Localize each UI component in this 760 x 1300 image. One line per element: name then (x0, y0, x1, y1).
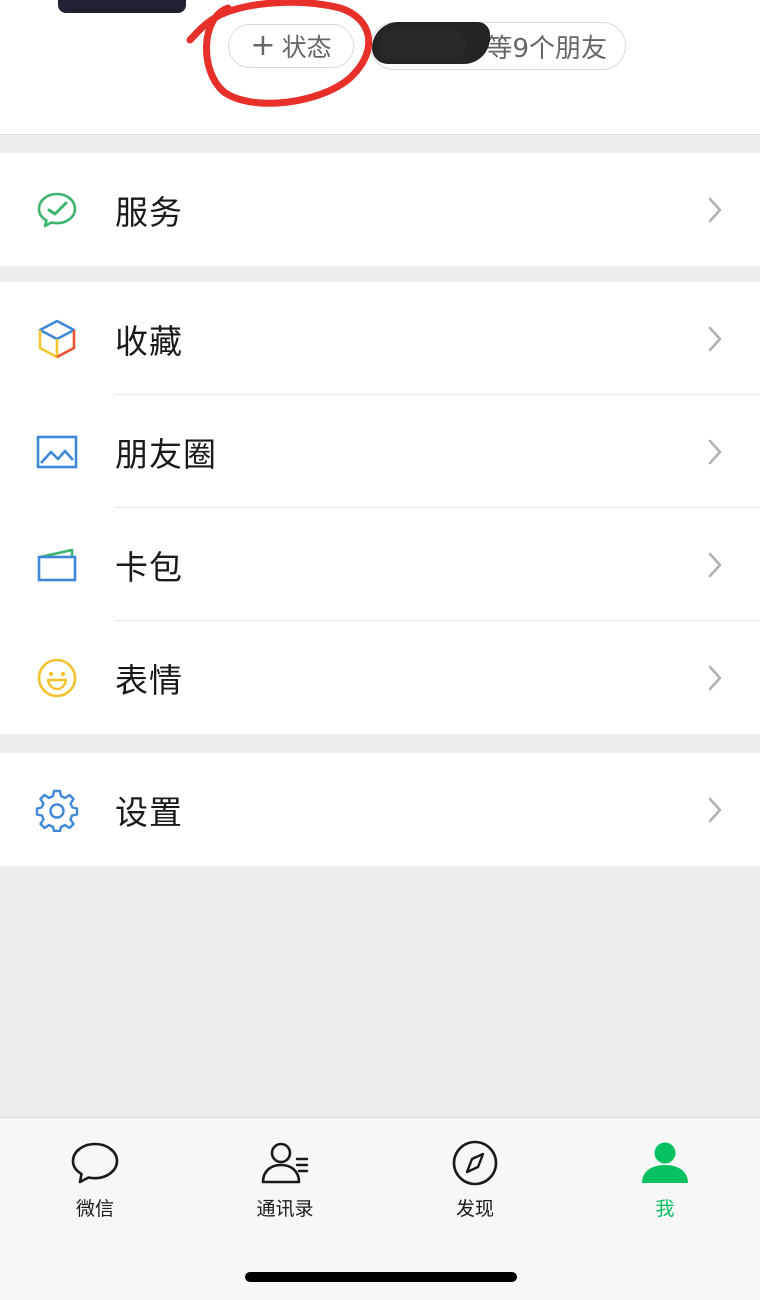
home-indicator[interactable] (245, 1272, 517, 1282)
menu-item-favorites[interactable]: 收藏 (0, 282, 760, 395)
menu-item-label: 服务 (115, 192, 183, 232)
profile-header: + 状态 等9个朋友 (0, 0, 760, 135)
tab-contacts[interactable]: 通讯录 (225, 1138, 345, 1228)
status-label: 状态 (281, 33, 332, 62)
chevron-right-icon (708, 197, 722, 222)
menu-item-card-wallet[interactable]: 卡包 (0, 508, 760, 621)
add-status-button[interactable]: + 状态 (228, 24, 354, 68)
services-icon (35, 188, 79, 232)
chevron-right-icon (708, 439, 722, 464)
menu-item-label: 卡包 (115, 547, 183, 587)
menu-item-settings[interactable]: 设置 (0, 753, 760, 866)
person-icon (642, 1142, 688, 1183)
compass-icon (452, 1140, 498, 1186)
smiley-icon (35, 656, 79, 700)
chevron-right-icon (708, 665, 722, 690)
gear-icon (35, 788, 79, 832)
menu-item-stickers[interactable]: 表情 (0, 621, 760, 734)
plus-icon: + (250, 28, 276, 63)
avatar[interactable] (58, 0, 186, 13)
chevron-right-icon (708, 552, 722, 577)
tab-chats[interactable]: 微信 (35, 1138, 155, 1228)
menu-item-label: 收藏 (115, 321, 183, 361)
menu-item-moments[interactable]: 朋友圈 (0, 395, 760, 508)
menu-item-label: 设置 (115, 792, 183, 832)
contacts-icon (261, 1142, 309, 1184)
menu-item-label: 表情 (115, 660, 183, 700)
tab-label: 通讯录 (256, 1198, 314, 1220)
tab-label: 微信 (75, 1198, 114, 1220)
red-circle-annotation (186, 0, 373, 107)
menu-item-services[interactable]: 服务 (0, 153, 760, 266)
menu-group-main: 收藏 朋友圈 卡包 表情 (0, 282, 760, 734)
tab-label: 我 (655, 1198, 675, 1220)
menu-group-services: 服务 (0, 153, 760, 266)
redaction-scribble-overlay (380, 30, 466, 60)
chat-bubble-icon (71, 1142, 119, 1184)
tab-me[interactable]: 我 (605, 1138, 725, 1228)
menu-group-settings: 设置 (0, 753, 760, 866)
tab-label: 发现 (455, 1198, 494, 1220)
favorites-cube-icon (35, 317, 79, 361)
tab-discover[interactable]: 发现 (415, 1138, 535, 1228)
chevron-right-icon (708, 326, 722, 351)
chevron-right-icon (708, 797, 722, 822)
moments-photo-icon (35, 430, 79, 474)
card-wallet-icon (35, 543, 79, 587)
menu-item-label: 朋友圈 (115, 434, 217, 474)
friends-status-text: 等9个朋友 (486, 33, 607, 64)
